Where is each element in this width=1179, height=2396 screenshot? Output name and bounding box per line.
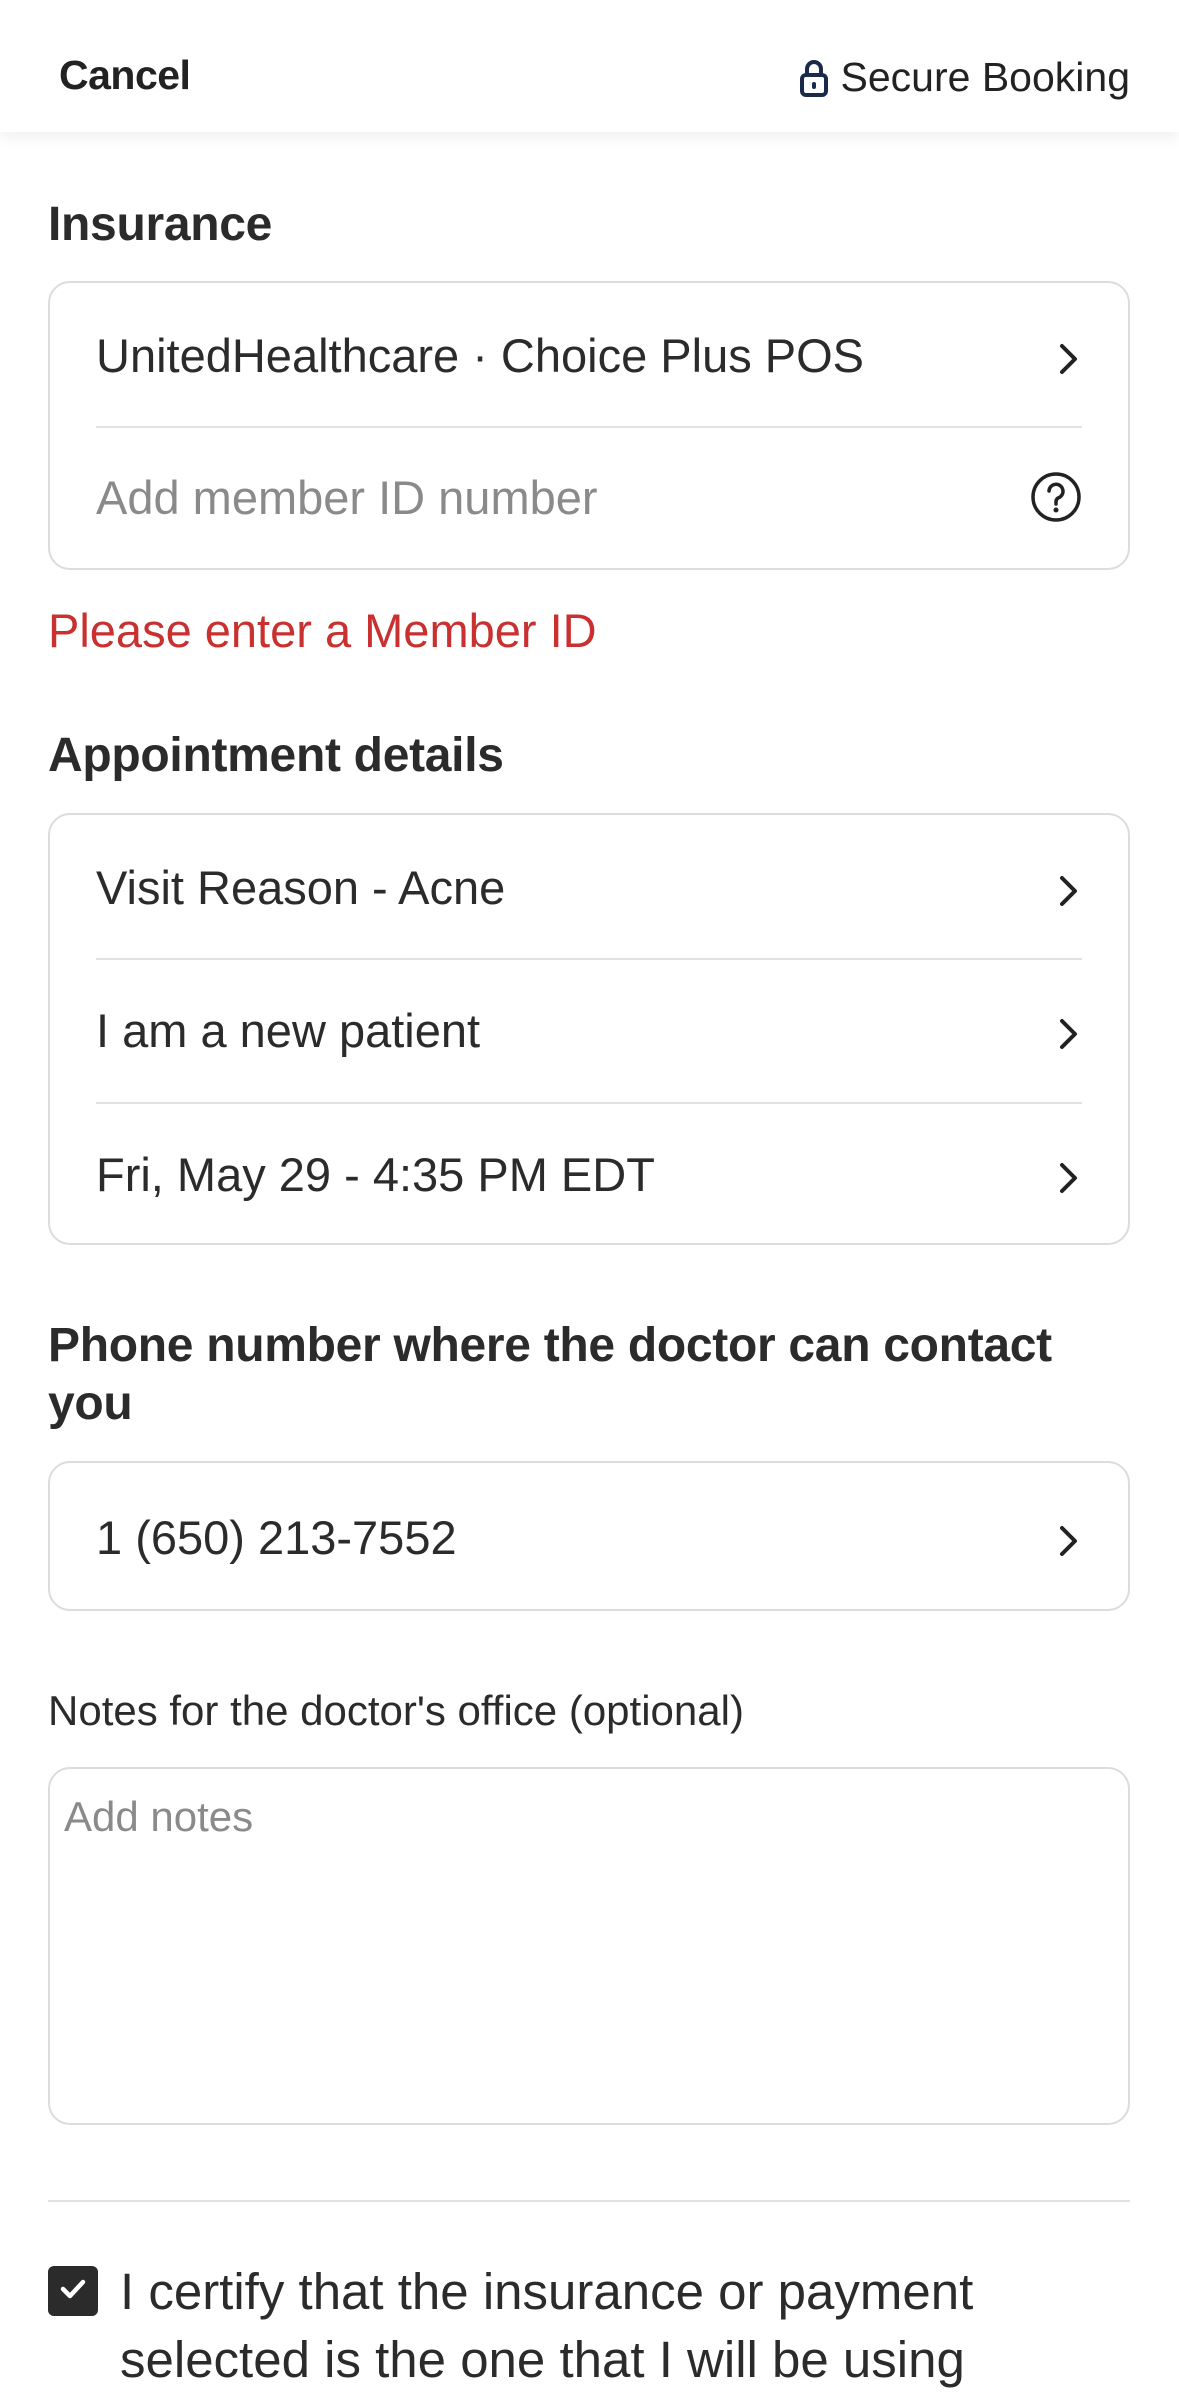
- notes-label: Notes for the doctor's office (optional): [48, 1687, 744, 1734]
- chevron-right-icon: [1056, 1154, 1082, 1194]
- member-id-placeholder: Add member ID number: [96, 470, 598, 524]
- cancel-button[interactable]: Cancel: [59, 52, 191, 99]
- divider: [96, 1102, 1082, 1104]
- phone-row[interactable]: 1 (650) 213-7552: [96, 1507, 1082, 1567]
- checkmark-icon: [56, 2272, 90, 2311]
- divider: [96, 426, 1082, 428]
- booking-page: Cancel Secure Booking Insurance UnitedHe…: [0, 0, 1179, 2396]
- patient-status-label: I am a new patient: [96, 1003, 481, 1057]
- lock-icon: [799, 58, 829, 98]
- appointment-card: Visit Reason - Acne I am a new patient F…: [48, 813, 1130, 1245]
- notes-textarea[interactable]: [48, 1767, 1130, 2125]
- phone-value: 1 (650) 213-7552: [96, 1510, 457, 1564]
- insurance-title: Insurance: [48, 198, 273, 251]
- member-id-field[interactable]: Add member ID number: [96, 467, 1082, 527]
- certify-row: I certify that the insurance or payment …: [48, 2258, 1130, 2394]
- appointment-title: Appointment details: [48, 729, 504, 782]
- appointment-time-label: Fri, May 29 - 4:35 PM EDT: [96, 1147, 655, 1201]
- certify-checkbox[interactable]: [48, 2266, 98, 2316]
- insurance-card: UnitedHealthcare · Choice Plus POS Add m…: [48, 281, 1130, 570]
- phone-card: 1 (650) 213-7552: [48, 1461, 1130, 1611]
- divider: [48, 2200, 1130, 2202]
- secure-booking-indicator: Secure Booking: [799, 54, 1130, 101]
- chevron-right-icon: [1056, 335, 1082, 375]
- chevron-right-icon: [1056, 1010, 1082, 1050]
- visit-reason-row[interactable]: Visit Reason - Acne: [96, 857, 1082, 917]
- member-id-error: Please enter a Member ID: [48, 604, 597, 657]
- phone-title: Phone number where the doctor can contac…: [48, 1319, 1052, 1430]
- appointment-time-row[interactable]: Fri, May 29 - 4:35 PM EDT: [96, 1144, 1082, 1204]
- insurance-plan-label: UnitedHealthcare · Choice Plus POS: [96, 328, 865, 382]
- chevron-right-icon: [1056, 867, 1082, 907]
- certify-text: I certify that the insurance or payment …: [120, 2263, 974, 2388]
- secure-booking-label: Secure Booking: [840, 54, 1130, 100]
- divider: [96, 958, 1082, 960]
- patient-status-row[interactable]: I am a new patient: [96, 1000, 1082, 1060]
- chevron-right-icon: [1056, 1517, 1082, 1557]
- insurance-plan-row[interactable]: UnitedHealthcare · Choice Plus POS: [96, 325, 1082, 385]
- question-circle-icon[interactable]: [1030, 471, 1082, 523]
- header-bar: Cancel Secure Booking: [0, 0, 1179, 132]
- visit-reason-label: Visit Reason - Acne: [96, 860, 506, 914]
